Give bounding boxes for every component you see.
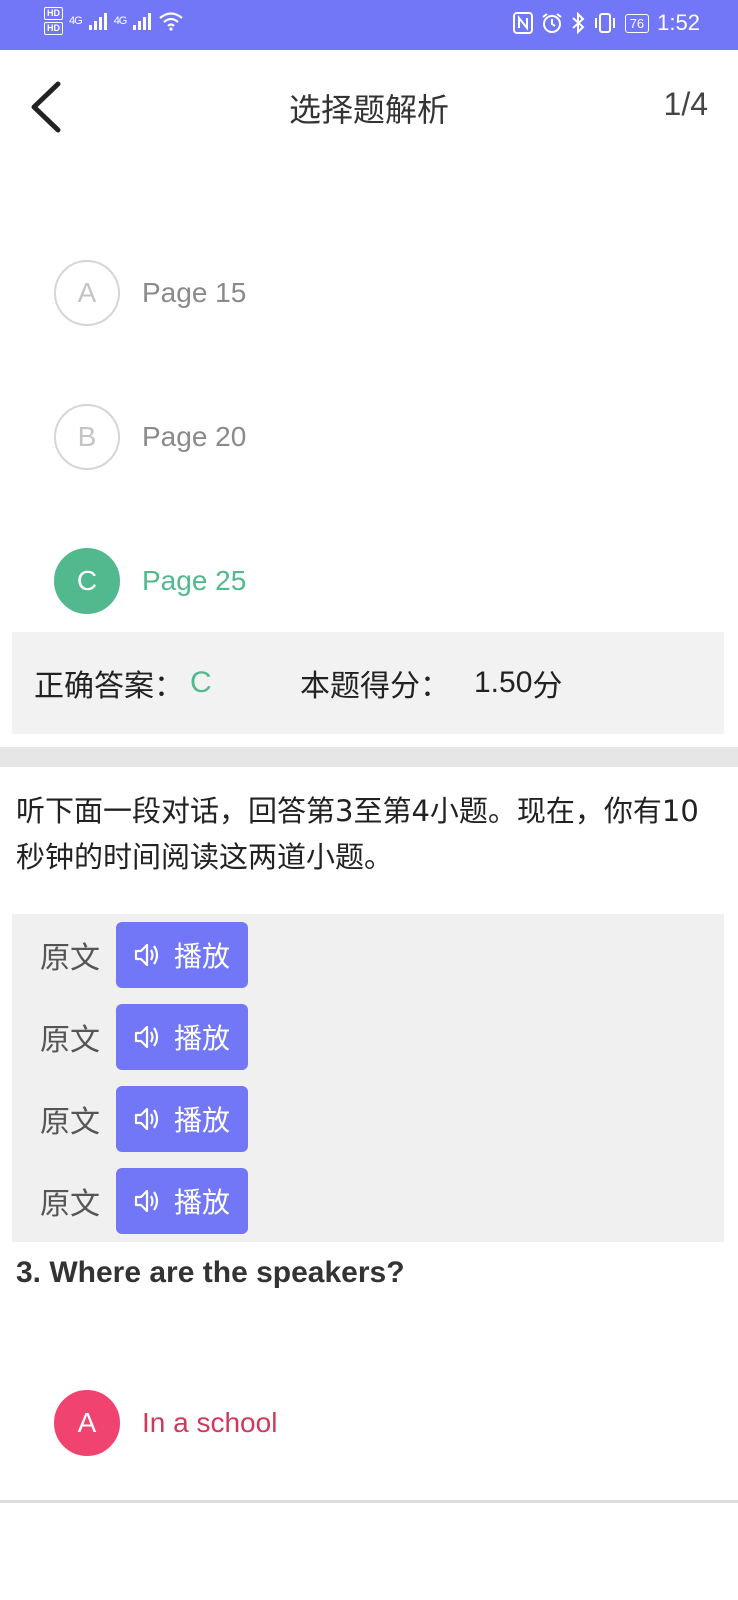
status-left: HD HD 4G 4G	[44, 7, 184, 35]
option-text: Page 25	[142, 565, 247, 596]
option-a[interactable]: A Page 15	[54, 258, 246, 328]
vibrate-icon	[594, 13, 615, 33]
audio-row: 原文 播放	[40, 1004, 248, 1070]
audio-row: 原文 播放	[40, 1086, 248, 1152]
transcript-label: 原文	[40, 1105, 100, 1140]
audio-row: 原文 播放	[40, 1168, 248, 1234]
option-letter: B	[54, 404, 120, 470]
audio-transcript-panel: 原文 播放 原文 播放 原文 播放 原文 播放	[12, 914, 724, 1242]
audio-row: 原文 播放	[40, 922, 248, 988]
play-button-label: 播放	[173, 940, 230, 973]
option-letter: C	[54, 548, 120, 614]
option-c[interactable]: C Page 25	[54, 546, 246, 616]
option-text: In a school	[142, 1407, 278, 1438]
status-bar: HD HD 4G 4G 76 1:52	[0, 0, 738, 50]
score-label: 本题得分：	[300, 669, 450, 704]
option-text: Page 20	[142, 421, 247, 452]
listening-instruction: 听下面一段对话，回答第3至第4小题。现在，你有10秒钟的时间阅读这两道小题。	[16, 794, 699, 874]
answer-summary: 正确答案： C 本题得分： 1.50 分	[12, 632, 724, 734]
battery-indicator: 76	[624, 13, 650, 33]
score-unit: 分	[532, 669, 563, 704]
speaker-icon	[134, 1189, 159, 1213]
nfc-icon	[512, 12, 533, 34]
bottom-divider	[0, 1500, 738, 1503]
bluetooth-icon	[572, 12, 585, 34]
signal-label-1: 4G	[69, 15, 83, 27]
speaker-icon	[134, 1025, 159, 1049]
hd-bottom-badge: HD	[44, 22, 63, 35]
wifi-icon	[159, 12, 184, 31]
play-button[interactable]: 播放	[116, 922, 248, 988]
play-button[interactable]: 播放	[116, 1168, 248, 1234]
speaker-icon	[134, 1107, 159, 1131]
score-value: 1.50	[474, 666, 533, 699]
question-title: 3. Where are the speakers?	[16, 1256, 405, 1289]
play-button[interactable]: 播放	[116, 1086, 248, 1152]
signal-bars-icon	[88, 13, 107, 30]
hd-indicator: HD HD	[44, 7, 63, 35]
transcript-label: 原文	[40, 941, 100, 976]
app-header: 选择题解析 1/4	[0, 50, 738, 160]
play-button[interactable]: 播放	[116, 1004, 248, 1070]
play-button-label: 播放	[173, 1104, 230, 1137]
speaker-icon	[134, 943, 159, 967]
transcript-label: 原文	[40, 1187, 100, 1222]
status-time: 1:52	[657, 10, 700, 35]
transcript-label: 原文	[40, 1023, 100, 1058]
question-counter: 1/4	[663, 86, 708, 122]
alarm-icon	[542, 13, 562, 33]
option-text: Page 15	[142, 277, 247, 308]
section-divider	[0, 747, 738, 767]
signal-bars-icon	[133, 13, 152, 30]
correct-answer-label: 正确答案：	[34, 669, 184, 704]
option-b[interactable]: B Page 20	[54, 402, 246, 472]
play-button-label: 播放	[173, 1022, 230, 1055]
page-title: 选择题解析	[288, 91, 449, 129]
play-button-label: 播放	[173, 1186, 230, 1219]
correct-answer-value: C	[190, 666, 212, 699]
question-option-a[interactable]: A In a school	[54, 1388, 277, 1458]
signal-label-2: 4G	[113, 15, 128, 27]
status-right: 76 1:52	[512, 10, 700, 36]
option-letter: A	[54, 260, 120, 326]
option-letter: A	[54, 1390, 120, 1456]
hd-top-badge: HD	[44, 7, 63, 20]
